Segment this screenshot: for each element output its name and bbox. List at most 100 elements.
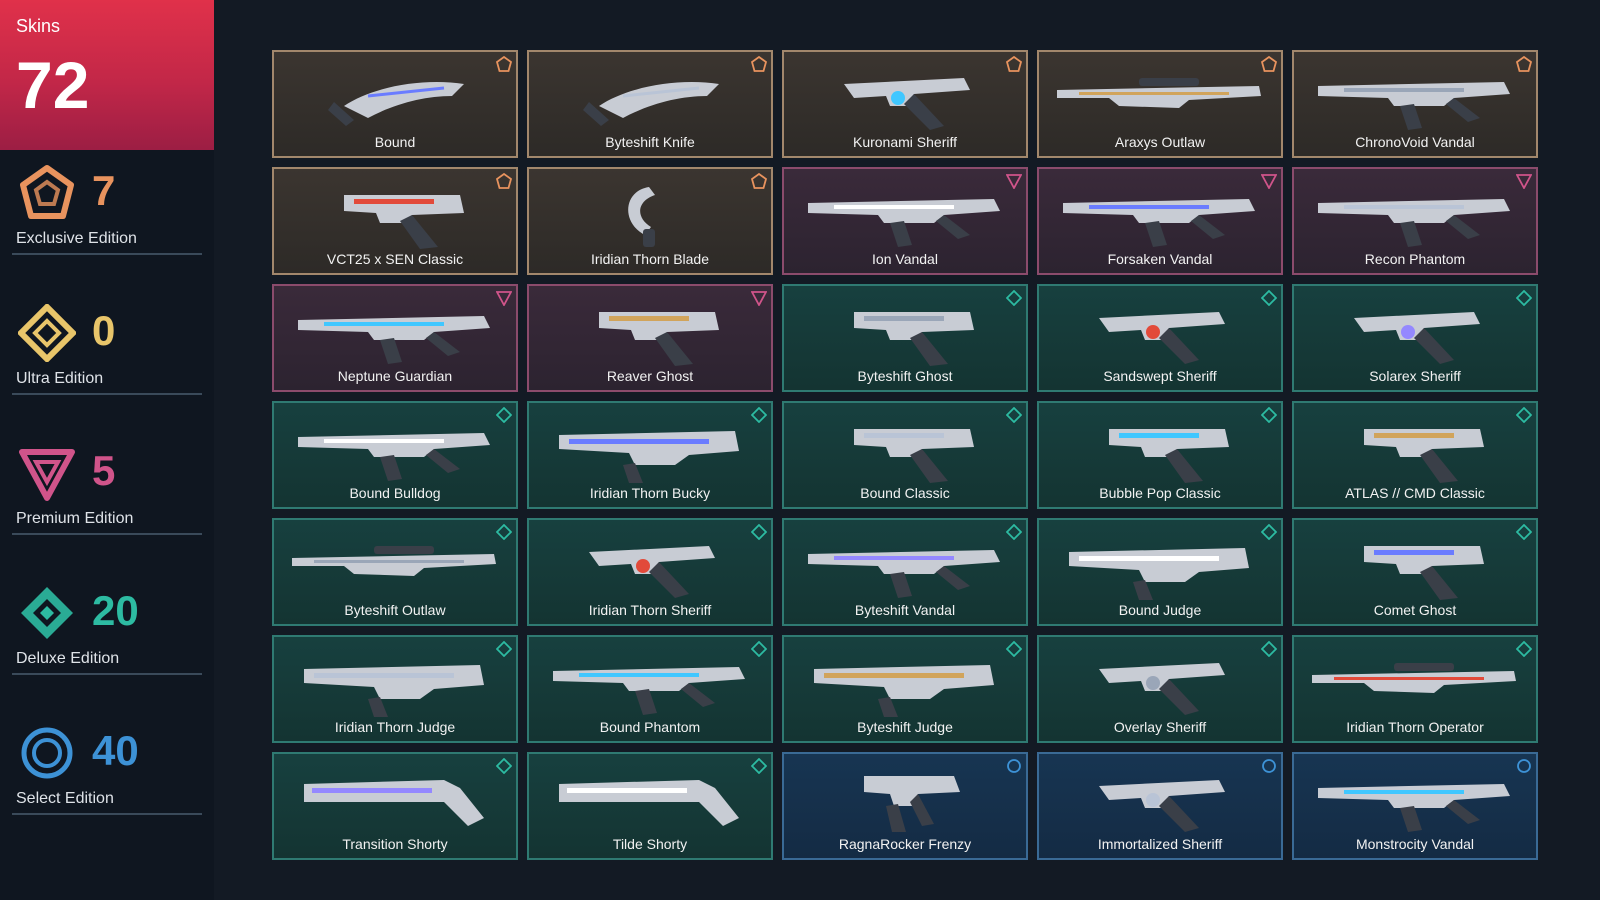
skin-card[interactable]: Iridian Thorn Bucky (527, 401, 773, 509)
skin-card[interactable]: Iridian Thorn Judge (272, 635, 518, 743)
weapon-shotgun-image (539, 407, 761, 485)
weapon-rifle-image (539, 641, 761, 719)
weapon-pistol-image (794, 407, 1016, 485)
skin-name: Forsaken Vandal (1107, 251, 1213, 267)
skin-card[interactable]: Bound (272, 50, 518, 158)
weapon-smg-image (794, 758, 1016, 836)
skin-name: Byteshift Outlaw (344, 602, 446, 618)
weapon-rifle-image (284, 407, 506, 485)
weapon-shotgun-image (284, 641, 506, 719)
skin-card[interactable]: Immortalized Sheriff (1037, 752, 1283, 860)
total-skins-label: Skins (16, 16, 61, 36)
skin-name: Araxys Outlaw (1114, 134, 1206, 150)
skin-card[interactable]: Byteshift Vandal (782, 518, 1028, 626)
skin-name: Kuronami Sheriff (852, 134, 957, 150)
exclusive-tier-icon (1260, 55, 1278, 72)
skin-card[interactable]: Ion Vandal (782, 167, 1028, 275)
skin-card[interactable]: Kuronami Sheriff (782, 50, 1028, 158)
skin-name: Ion Vandal (872, 251, 938, 267)
skin-name: Neptune Guardian (337, 368, 453, 384)
skin-card[interactable]: Comet Ghost (1292, 518, 1538, 626)
skin-card[interactable]: Sandswept Sheriff (1037, 284, 1283, 392)
tier-summary-deluxe: 20 Deluxe Edition (12, 584, 202, 694)
skin-card[interactable]: Byteshift Judge (782, 635, 1028, 743)
ultra-edition-icon (16, 302, 78, 364)
deluxe-tier-icon (1260, 406, 1278, 424)
skin-card[interactable]: Tilde Shorty (527, 752, 773, 860)
skin-card[interactable]: Overlay Sheriff (1037, 635, 1283, 743)
skin-card[interactable]: Monstrocity Vandal (1292, 752, 1538, 860)
skin-name: Transition Shorty (342, 836, 448, 852)
exclusive-tier-icon (495, 55, 513, 72)
skin-name: Byteshift Knife (605, 134, 695, 150)
skin-card[interactable]: VCT25 x SEN Classic (272, 167, 518, 275)
skin-card[interactable]: Iridian Thorn Blade (527, 167, 773, 275)
weapon-rifle-image (1304, 173, 1526, 251)
skin-card[interactable]: Bound Classic (782, 401, 1028, 509)
deluxe-tier-icon (1005, 406, 1023, 424)
skin-name: Comet Ghost (1373, 602, 1457, 618)
deluxe-tier-icon (1515, 523, 1533, 541)
premium-tier-icon (750, 290, 768, 307)
skin-card[interactable]: Bound Phantom (527, 635, 773, 743)
weapon-pistol-image (794, 290, 1016, 368)
skin-name: Sandswept Sheriff (1103, 368, 1217, 384)
skin-card[interactable]: Byteshift Ghost (782, 284, 1028, 392)
skin-card[interactable]: RagnaRocker Frenzy (782, 752, 1028, 860)
skin-name: Reaver Ghost (606, 368, 694, 384)
skin-card[interactable]: ChronoVoid Vandal (1292, 50, 1538, 158)
skin-name: Monstrocity Vandal (1355, 836, 1474, 852)
skin-card[interactable]: Iridian Thorn Operator (1292, 635, 1538, 743)
tier-count-exclusive: 7 (92, 167, 116, 214)
select-edition-icon (18, 724, 76, 782)
weapon-sniper-image (284, 524, 506, 602)
deluxe-edition-icon (18, 584, 76, 642)
premium-tier-icon (1005, 173, 1023, 190)
deluxe-tier-icon (1515, 640, 1533, 658)
tier-count-deluxe: 20 (92, 587, 139, 634)
deluxe-tier-icon (750, 640, 768, 658)
skin-name: Iridian Thorn Blade (590, 251, 710, 267)
skin-card[interactable]: Recon Phantom (1292, 167, 1538, 275)
tier-summary-select: 40 Select Edition (12, 724, 202, 834)
exclusive-tier-icon (750, 55, 768, 72)
skin-name: Tilde Shorty (612, 836, 688, 852)
deluxe-tier-icon (1515, 289, 1533, 307)
deluxe-tier-icon (1260, 640, 1278, 658)
tier-label-select: Select Edition (16, 790, 114, 807)
deluxe-tier-icon (495, 640, 513, 658)
weapon-pistol-image (1304, 524, 1526, 602)
skin-card[interactable]: Solarex Sheriff (1292, 284, 1538, 392)
skin-name: Iridian Thorn Sheriff (588, 602, 712, 618)
skin-card[interactable]: Iridian Thorn Sheriff (527, 518, 773, 626)
weapon-rifle-image (794, 173, 1016, 251)
skin-card[interactable]: Byteshift Outlaw (272, 518, 518, 626)
skin-name: Bound Judge (1118, 602, 1202, 618)
weapon-sniper-image (1049, 56, 1271, 134)
deluxe-tier-icon (495, 757, 513, 775)
skin-card[interactable]: Forsaken Vandal (1037, 167, 1283, 275)
skin-card[interactable]: ATLAS // CMD Classic (1292, 401, 1538, 509)
skin-card[interactable]: Bound Bulldog (272, 401, 518, 509)
skin-grid: Bound Byteshift Knife Kuronami Sheriff A… (272, 50, 1538, 860)
tier-label-premium: Premium Edition (16, 510, 134, 527)
skin-card[interactable]: Araxys Outlaw (1037, 50, 1283, 158)
tier-count-select: 40 (92, 727, 139, 774)
weapon-rifle-image (1049, 173, 1271, 251)
skin-card[interactable]: Neptune Guardian (272, 284, 518, 392)
skin-card[interactable]: Bubble Pop Classic (1037, 401, 1283, 509)
premium-tier-icon (495, 290, 513, 307)
skin-name: Solarex Sheriff (1369, 368, 1461, 384)
skin-name: ATLAS // CMD Classic (1345, 485, 1485, 501)
skin-name: VCT25 x SEN Classic (326, 251, 464, 267)
skin-card[interactable]: Reaver Ghost (527, 284, 773, 392)
skin-name: Bubble Pop Classic (1099, 485, 1221, 501)
exclusive-tier-icon (495, 172, 513, 189)
skin-card[interactable]: Byteshift Knife (527, 50, 773, 158)
skin-card[interactable]: Bound Judge (1037, 518, 1283, 626)
weapon-rifle-image (794, 524, 1016, 602)
skin-card[interactable]: Transition Shorty (272, 752, 518, 860)
weapon-sheriff-image (1049, 758, 1271, 836)
skin-name: Iridian Thorn Judge (334, 719, 456, 735)
weapon-shotgun-image (794, 641, 1016, 719)
